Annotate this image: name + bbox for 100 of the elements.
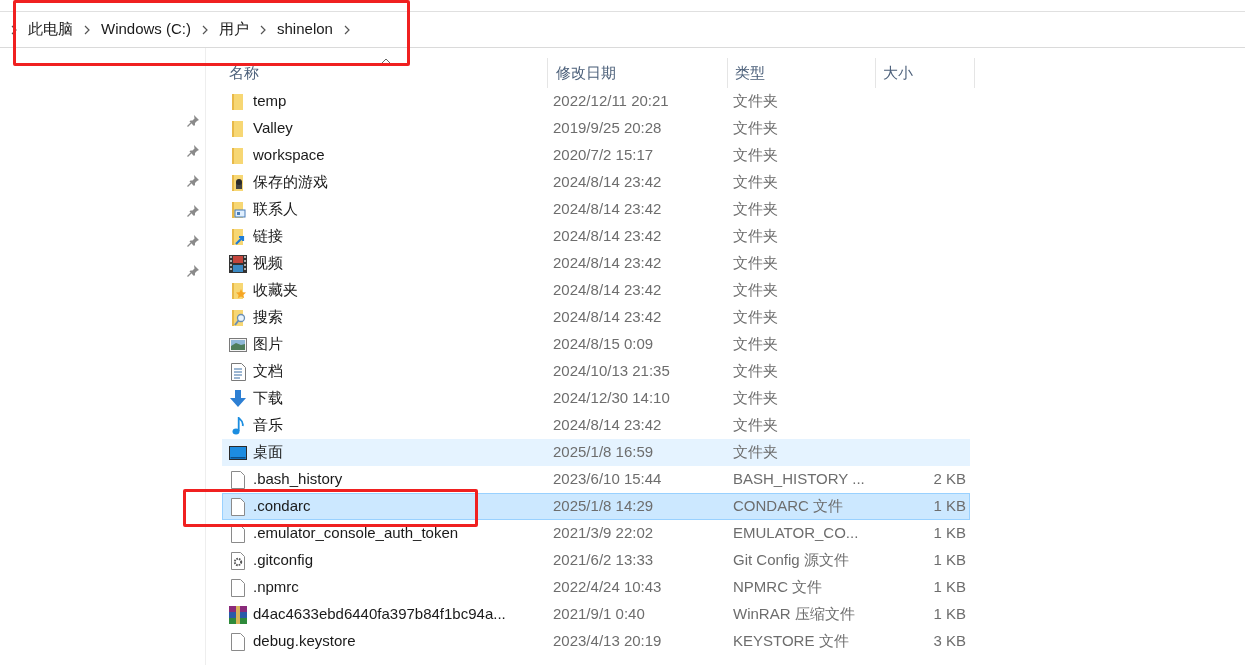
file-row[interactable]: temp 2022/12/11 20:21 文件夹 (222, 88, 970, 115)
file-name: debug.keystore (253, 631, 357, 652)
file-row[interactable]: 链接 2024/8/14 23:42 文件夹 (222, 223, 970, 250)
modified-date: 2024/8/14 23:42 (553, 280, 663, 301)
file-type: 文件夹 (733, 91, 779, 112)
star-folder-icon (230, 281, 246, 300)
file-name: Valley (253, 118, 294, 139)
breadcrumb-item[interactable]: Windows (C:) (101, 18, 191, 41)
file-type: 文件夹 (733, 199, 779, 220)
modified-date: 2025/1/8 14:29 (553, 496, 655, 517)
column-header[interactable]: 大小 (875, 58, 975, 88)
modified-date: 2024/8/14 23:42 (553, 172, 663, 193)
column-header[interactable]: 修改日期 (547, 58, 727, 88)
pin-icon[interactable] (187, 115, 199, 127)
file-type: CONDARC 文件 (733, 496, 844, 517)
file-type: 文件夹 (733, 145, 779, 166)
file-row[interactable]: 收藏夹 2024/8/14 23:42 文件夹 (222, 277, 970, 304)
file-row[interactable]: .npmrc 2022/4/24 10:43 NPMRC 文件 1 KB (222, 574, 970, 601)
file-name: 保存的游戏 (253, 172, 329, 193)
modified-date: 2021/9/1 0:40 (553, 604, 646, 625)
file-type: 文件夹 (733, 118, 779, 139)
file-row[interactable]: 桌面 2025/1/8 16:59 文件夹 (222, 439, 970, 466)
file-name: .condarc (253, 496, 312, 517)
column-header[interactable]: 名称 (225, 58, 547, 88)
file-type: 文件夹 (733, 226, 779, 247)
file-row[interactable]: 保存的游戏 2024/8/14 23:42 文件夹 (222, 169, 970, 196)
file-type: Git Config 源文件 (733, 550, 850, 571)
breadcrumb-item[interactable]: 用户 (219, 18, 249, 41)
file-name: 收藏夹 (253, 280, 299, 301)
modified-date: 2024/12/30 14:10 (553, 388, 671, 409)
file-row[interactable]: 文档 2024/10/13 21:35 文件夹 (222, 358, 970, 385)
file-name: 链接 (253, 226, 284, 247)
file-type: EMULATOR_CO... (733, 523, 860, 544)
file-type: 文件夹 (733, 307, 779, 328)
file-row[interactable]: .emulator_console_auth_token 2021/3/9 22:02 EMULATOR_CO... 1 KB (222, 520, 970, 547)
file-row[interactable]: workspace 2020/7/2 15:17 文件夹 (222, 142, 970, 169)
modified-date: 2023/4/13 20:19 (553, 631, 663, 652)
download-arrow-icon (229, 389, 247, 408)
blank-file-icon (231, 470, 245, 489)
column-header[interactable]: 类型 (727, 58, 875, 88)
file-row[interactable]: 下载 2024/12/30 14:10 文件夹 (222, 385, 970, 412)
modified-date: 2024/8/14 23:42 (553, 253, 663, 274)
chevron-right-icon (201, 24, 209, 35)
modified-date: 2024/10/13 21:35 (553, 361, 671, 382)
blank-file-icon (231, 578, 245, 597)
modified-date: 2020/7/2 15:17 (553, 145, 655, 166)
sort-up-icon (381, 58, 391, 64)
modified-date: 2024/8/14 23:42 (553, 307, 663, 328)
file-row[interactable]: .condarc 2025/1/8 14:29 CONDARC 文件 1 KB (222, 493, 970, 520)
contacts-folder-icon (230, 200, 246, 219)
modified-date: 2024/8/14 23:42 (553, 199, 663, 220)
file-size: 2 KB (932, 469, 966, 490)
file-row[interactable]: .bash_history 2023/6/10 15:44 BASH_HISTORY ... 2 KB (222, 466, 970, 493)
file-row[interactable]: 联系人 2024/8/14 23:42 文件夹 (222, 196, 970, 223)
file-name: 图片 (253, 334, 284, 355)
breadcrumb-item[interactable]: 此电脑 (28, 18, 73, 41)
modified-date: 2023/6/10 15:44 (553, 469, 663, 490)
file-name: 文档 (253, 361, 284, 382)
modified-date: 2021/6/2 13:33 (553, 550, 655, 571)
file-row[interactable]: debug.keystore 2023/4/13 20:19 KEYSTORE 文件 3 KB (222, 628, 970, 655)
modified-date: 2024/8/14 23:42 (553, 226, 663, 247)
pin-icon[interactable] (187, 265, 199, 277)
file-row[interactable]: .gitconfig 2021/6/2 13:33 Git Config 源文件 1 KB (222, 547, 970, 574)
file-row[interactable]: 音乐 2024/8/14 23:42 文件夹 (222, 412, 970, 439)
blank-file-icon (231, 497, 245, 516)
desktop-icon (229, 445, 247, 460)
file-name: .gitconfig (253, 550, 315, 571)
breadcrumb-item[interactable]: shinelon (277, 18, 333, 41)
file-row[interactable]: d4ac4633ebd6440fa397b84f1bc94a... 2021/9/1 0:40 WinRAR 压缩文件 1 KB (222, 601, 970, 628)
file-row[interactable]: 搜索 2024/8/14 23:42 文件夹 (222, 304, 970, 331)
file-type: 文件夹 (733, 388, 779, 409)
file-size: 1 KB (932, 577, 966, 598)
pin-icon[interactable] (187, 175, 199, 187)
file-row[interactable]: 视频 2024/8/14 23:42 文件夹 (222, 250, 970, 277)
chevron-right-icon (83, 24, 91, 35)
file-name: .npmrc (253, 577, 300, 598)
landscape-image-icon (229, 337, 247, 352)
modified-date: 2024/8/14 23:42 (553, 415, 663, 436)
file-name: 视频 (253, 253, 284, 274)
file-size: 1 KB (932, 604, 966, 625)
games-folder-icon (230, 173, 246, 192)
folder-icon (230, 119, 246, 138)
pin-icon[interactable] (187, 145, 199, 157)
file-name: .bash_history (253, 469, 344, 490)
chevron-right-icon (259, 24, 267, 35)
pin-icon[interactable] (187, 205, 199, 217)
file-type: 文件夹 (733, 415, 779, 436)
folder-icon (230, 146, 246, 165)
file-type: WinRAR 压缩文件 (733, 604, 856, 625)
file-row[interactable]: Valley 2019/9/25 20:28 文件夹 (222, 115, 970, 142)
modified-date: 2022/12/11 20:21 (553, 91, 670, 112)
file-name: workspace (253, 145, 326, 166)
blank-file-icon (231, 632, 245, 651)
file-row[interactable]: 图片 2024/8/15 0:09 文件夹 (222, 331, 970, 358)
search-folder-icon (230, 308, 246, 327)
file-name: 桌面 (253, 442, 284, 463)
file-name: .emulator_console_auth_token (253, 523, 460, 544)
pin-icon[interactable] (187, 235, 199, 247)
file-name: 搜索 (253, 307, 284, 328)
file-type: BASH_HISTORY ... (733, 469, 866, 490)
